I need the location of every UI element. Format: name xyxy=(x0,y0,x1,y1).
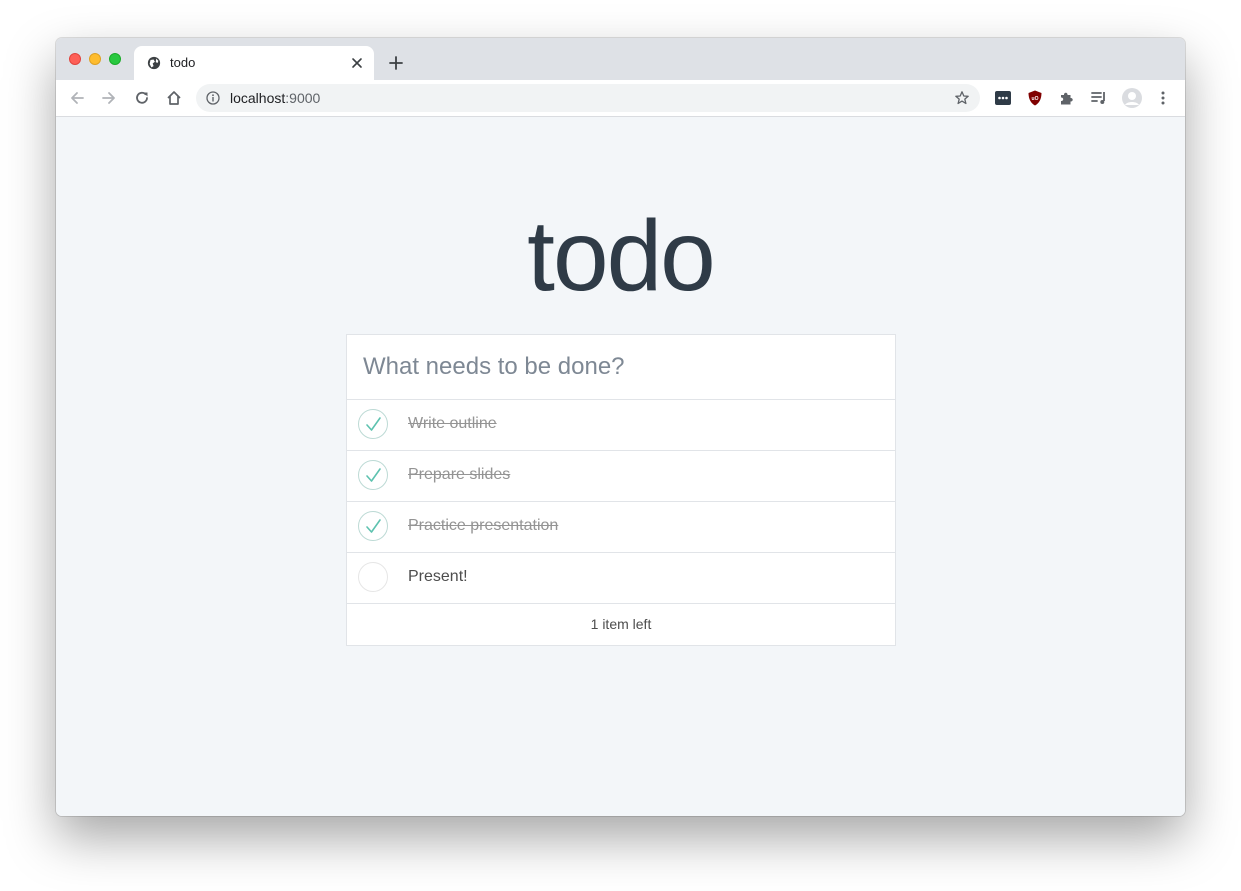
todo-toggle-checkbox[interactable] xyxy=(358,409,388,439)
todo-toggle-checkbox[interactable] xyxy=(358,511,388,541)
forward-icon[interactable] xyxy=(100,89,118,107)
address-bar[interactable]: localhost:9000 xyxy=(196,84,980,112)
home-icon[interactable] xyxy=(165,89,183,107)
todo-list: Write outline Prepare slides Practice pr… xyxy=(347,400,895,604)
checkmark-icon xyxy=(366,417,381,431)
svg-text:uO: uO xyxy=(1032,96,1039,102)
globe-icon xyxy=(147,56,161,70)
todo-item: Present! xyxy=(347,553,895,604)
extension-dots-icon[interactable] xyxy=(994,89,1012,107)
todo-app: Write outline Prepare slides Practice pr… xyxy=(346,334,896,646)
tab-strip: todo xyxy=(56,38,1185,80)
ublock-shield-icon[interactable]: uO xyxy=(1026,89,1044,107)
items-left-count: 1 item left xyxy=(590,616,652,632)
reload-icon[interactable] xyxy=(133,89,151,107)
more-menu-icon[interactable] xyxy=(1154,89,1172,107)
minimize-window-button[interactable] xyxy=(89,53,101,65)
todo-label: Prepare slides xyxy=(408,466,511,483)
checkmark-icon xyxy=(366,519,381,533)
url-port: :9000 xyxy=(285,90,321,106)
app-title: todo xyxy=(527,200,716,312)
close-window-button[interactable] xyxy=(69,53,81,65)
info-icon[interactable] xyxy=(206,91,220,105)
browser-window: todo localhost:9000 uO todo What needs t… xyxy=(56,38,1185,816)
profile-avatar-icon[interactable] xyxy=(1121,87,1143,109)
todo-item: Practice presentation xyxy=(347,502,895,553)
todo-label: Write outline xyxy=(408,415,497,432)
url-text: localhost:9000 xyxy=(230,90,320,106)
page-content: todo Write outline Prepare slides xyxy=(56,117,1185,816)
tab-title: todo xyxy=(170,55,196,70)
new-tab-icon[interactable] xyxy=(388,55,404,71)
todo-label: Present! xyxy=(408,568,468,585)
todo-item: Write outline xyxy=(347,400,895,451)
url-host: localhost xyxy=(230,90,286,106)
media-controls-icon[interactable] xyxy=(1090,89,1108,107)
close-tab-icon[interactable] xyxy=(350,56,364,70)
new-todo-input[interactable] xyxy=(347,335,895,400)
extensions-puzzle-icon[interactable] xyxy=(1058,89,1076,107)
bookmark-star-icon[interactable] xyxy=(954,90,970,106)
back-icon[interactable] xyxy=(68,89,86,107)
maximize-window-button[interactable] xyxy=(109,53,121,65)
todo-toggle-checkbox[interactable] xyxy=(358,460,388,490)
todo-toggle-checkbox[interactable] xyxy=(358,562,388,592)
active-tab[interactable]: todo xyxy=(134,46,374,80)
todo-label: Practice presentation xyxy=(408,517,559,534)
todo-item: Prepare slides xyxy=(347,451,895,502)
browser-toolbar: localhost:9000 uO xyxy=(56,80,1185,117)
checkmark-icon xyxy=(366,468,381,482)
todo-footer: 1 item left xyxy=(347,604,895,645)
